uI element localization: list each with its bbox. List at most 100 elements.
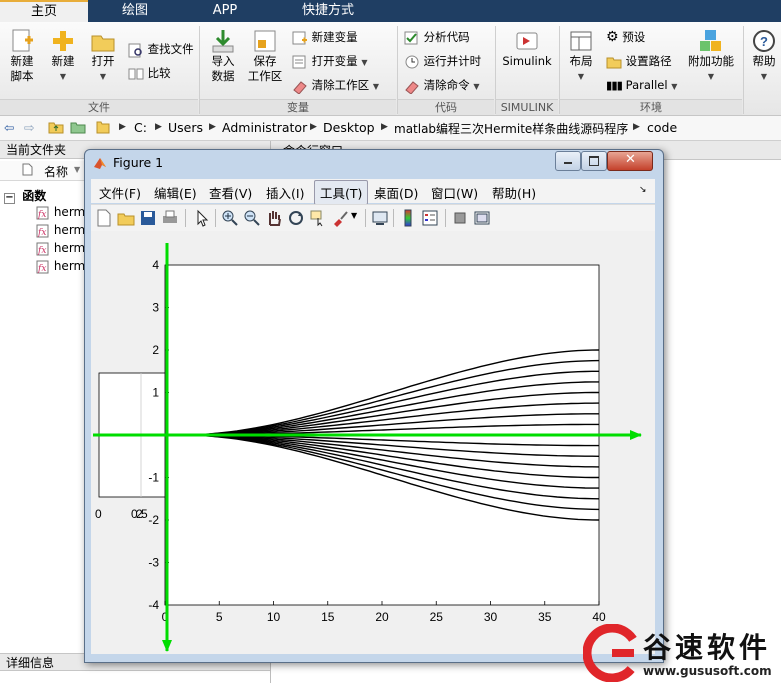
parallel-button[interactable]: ▮▮▮ Parallel ▼: [606, 76, 677, 94]
up-folder-icon[interactable]: [48, 120, 64, 137]
svg-text:fx: fx: [37, 210, 46, 220]
find-files-button[interactable]: 查找文件: [128, 40, 194, 58]
group-label: 函数: [22, 189, 47, 203]
browse-folder-icon[interactable]: [70, 120, 86, 137]
analyze-code-button[interactable]: 分析代码: [404, 28, 470, 46]
save-label-2: 工作区: [247, 69, 283, 83]
path-crumb[interactable]: Users: [168, 120, 203, 135]
new-variable-button[interactable]: 新建变量: [292, 28, 358, 46]
menu-view[interactable]: 查看(V): [209, 183, 252, 202]
maximize-button[interactable]: [581, 151, 607, 171]
import-data-button[interactable]: 导入 数据: [206, 28, 240, 84]
menu-tools[interactable]: 工具(T): [314, 180, 369, 205]
forward-arrow-icon[interactable]: ⇨: [24, 120, 34, 135]
menu-desktop[interactable]: 桌面(D): [374, 183, 418, 202]
svg-text:fx: fx: [37, 264, 46, 274]
tab-apps[interactable]: APP: [182, 0, 268, 22]
x-tick-label: 10: [267, 610, 281, 624]
dock-arrow-icon[interactable]: ↘: [639, 185, 647, 195]
chevron-down-icon: ▼: [707, 72, 715, 81]
minimize-button[interactable]: [555, 151, 581, 171]
x-tick-label: 5: [216, 610, 223, 624]
tab-plots[interactable]: 绘图: [92, 0, 178, 22]
new-button[interactable]: 新建 ▼: [46, 28, 80, 84]
set-path-button[interactable]: 设置路径: [606, 52, 672, 70]
link-plot-icon[interactable]: [371, 209, 389, 227]
simulink-button[interactable]: Simulink: [500, 28, 554, 69]
path-crumb[interactable]: Administrator: [222, 120, 307, 135]
y-tick-label: -1: [148, 471, 159, 485]
secondary-axes-tick: 0: [95, 507, 102, 521]
path-crumb[interactable]: matlab编程三次Hermite样条曲线源码程序: [394, 120, 628, 137]
list-item[interactable]: fx herm: [36, 223, 85, 238]
matlab-logo-icon: [94, 158, 106, 169]
open-button[interactable]: 打开 ▼: [86, 28, 120, 84]
gear-icon: ⚙: [606, 29, 619, 45]
menu-file[interactable]: 文件(F): [99, 183, 141, 202]
save-icon[interactable]: [139, 209, 157, 227]
clear-commands-button[interactable]: 清除命令 ▼: [404, 76, 479, 94]
preferences-button[interactable]: ⚙ 预设: [606, 28, 645, 46]
path-crumb[interactable]: C:: [134, 120, 147, 135]
hide-plot-tools-icon[interactable]: [451, 209, 469, 227]
compare-button[interactable]: 比较: [128, 64, 171, 82]
watermark: 谷速软件 www.gususoft.com: [583, 622, 781, 683]
figure-titlebar[interactable]: Figure 1 ✕: [85, 150, 663, 176]
new-figure-icon[interactable]: [95, 209, 113, 227]
svg-text:fx: fx: [37, 246, 46, 256]
column-name-header[interactable]: 名称: [44, 163, 68, 180]
menu-window[interactable]: 窗口(W): [431, 183, 478, 202]
zoom-in-icon[interactable]: [221, 209, 239, 227]
save-workspace-button[interactable]: 保存 工作区: [246, 28, 284, 84]
figure-canvas[interactable]: 0 0.5 2 4 0 0510152025303540-4-3-2-11234: [91, 231, 655, 654]
list-item[interactable]: fx herm: [36, 205, 85, 220]
section-label-variable: 变量: [200, 99, 396, 115]
divider: [743, 26, 744, 114]
group-functions[interactable]: − 函数: [4, 187, 46, 204]
data-cursor-icon[interactable]: [309, 209, 327, 227]
new-script-button[interactable]: 新建 脚本: [4, 28, 40, 84]
path-separator-icon: ▶: [209, 122, 216, 132]
menu-insert[interactable]: 插入(I): [266, 183, 304, 202]
list-item[interactable]: fx herm: [36, 259, 85, 274]
import-label-1: 导入: [211, 54, 235, 68]
brush-icon[interactable]: [331, 209, 349, 227]
colorbar-icon[interactable]: [399, 209, 417, 227]
y-tick-label: 2: [152, 343, 159, 357]
svg-text:fx: fx: [37, 228, 46, 238]
open-file-icon[interactable]: [117, 209, 135, 227]
show-plot-tools-icon[interactable]: [473, 209, 491, 227]
y-tick-label: -2: [148, 513, 159, 527]
close-button[interactable]: ✕: [607, 151, 653, 171]
file-name: herm: [53, 241, 86, 255]
watermark-brand: 谷速软件: [643, 631, 772, 664]
maximize-icon: [589, 156, 599, 166]
menu-help[interactable]: 帮助(H): [492, 183, 536, 202]
zoom-out-icon[interactable]: [243, 209, 261, 227]
run-and-time-button[interactable]: 运行并计时: [404, 52, 481, 70]
pointer-icon[interactable]: [193, 209, 211, 227]
clear-workspace-button[interactable]: 清除工作区 ▼: [292, 76, 379, 94]
x-tick-label: 25: [430, 610, 444, 624]
save-label-1: 保存: [253, 54, 277, 68]
print-icon[interactable]: [161, 209, 179, 227]
collapse-icon[interactable]: −: [4, 193, 15, 204]
path-crumb[interactable]: code: [647, 120, 677, 135]
add-ons-button[interactable]: 附加功能 ▼: [686, 28, 736, 84]
menu-edit[interactable]: 编辑(E): [154, 183, 197, 202]
tab-home[interactable]: 主页: [0, 0, 88, 22]
layout-icon: [570, 31, 592, 51]
address-bar: ⇦ ⇨ ▶ C: ▶ Users ▶ Administrator ▶ Deskt…: [0, 116, 781, 141]
help-button[interactable]: ? 帮助 ▼: [748, 28, 780, 84]
pan-hand-icon[interactable]: [265, 209, 283, 227]
chevron-down-icon[interactable]: ▼: [351, 211, 357, 220]
list-item[interactable]: fx herm: [36, 241, 85, 256]
back-arrow-icon[interactable]: ⇦: [4, 120, 14, 135]
layout-button[interactable]: 布局 ▼: [564, 28, 598, 84]
path-crumb[interactable]: Desktop: [323, 120, 375, 135]
legend-icon[interactable]: [421, 209, 439, 227]
rotate-3d-icon[interactable]: [287, 209, 305, 227]
plot-area[interactable]: 0 0.5 2 4 0 0510152025303540-4-3-2-11234: [91, 231, 655, 654]
open-variable-button[interactable]: 打开变量 ▼: [292, 52, 367, 70]
tab-shortcuts[interactable]: 快捷方式: [272, 0, 384, 22]
